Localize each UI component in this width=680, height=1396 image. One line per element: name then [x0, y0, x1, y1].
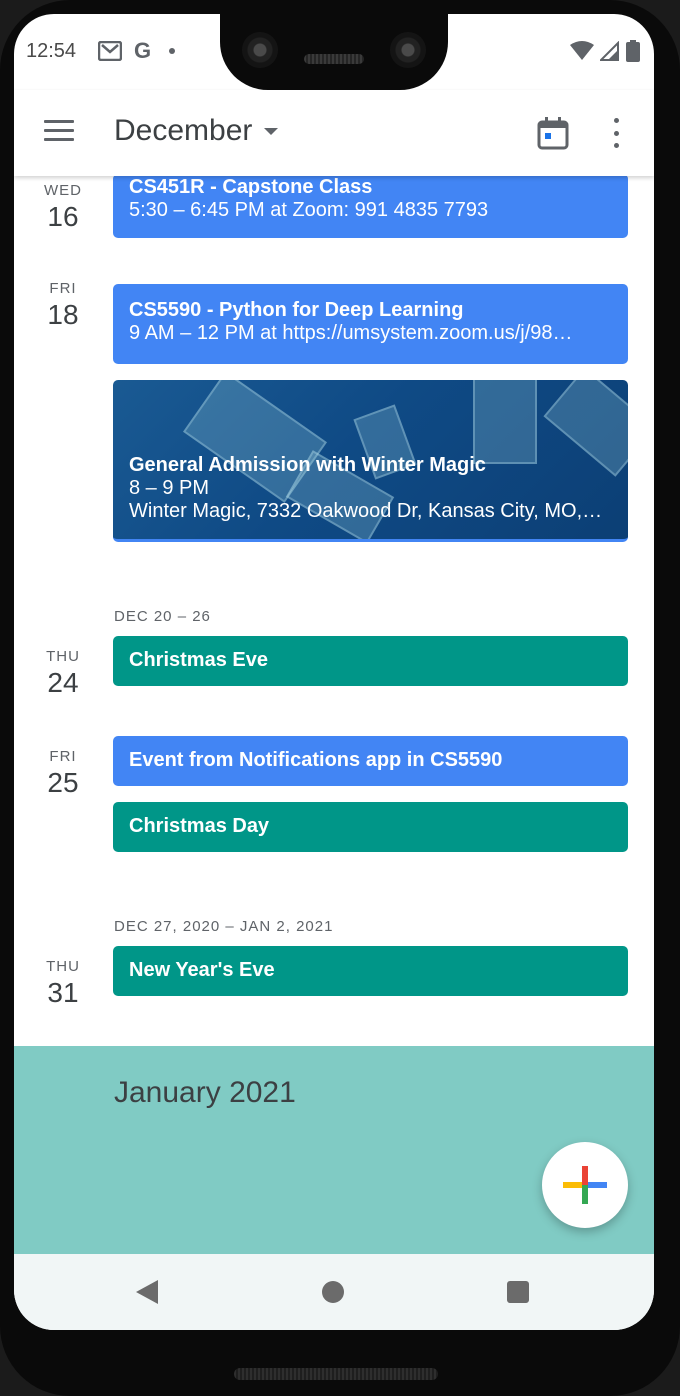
front-camera [242, 32, 278, 68]
cell-signal-icon [600, 41, 619, 61]
screen: 12:54 G December WED 16 CS451R - Capston… [14, 14, 654, 1330]
day-of-month: 24 [47, 667, 79, 698]
back-icon[interactable] [136, 1280, 158, 1304]
event-capstone-class[interactable]: CS451R - Capstone Class 5:30 – 6:45 PM a… [113, 176, 628, 238]
event-title: Event from Notifications app in CS5590 [129, 749, 503, 771]
home-icon[interactable] [322, 1281, 344, 1303]
day-of-week: THU [46, 648, 80, 665]
battery-icon [626, 40, 640, 62]
schedule-list: WED 16 CS451R - Capstone Class 5:30 – 6:… [14, 176, 654, 1046]
app-bar: December [14, 90, 654, 176]
event-time: 8 – 9 PM [129, 477, 210, 499]
front-camera [390, 32, 426, 68]
month-title: December [114, 114, 253, 147]
more-vert-icon[interactable] [610, 118, 622, 148]
camera-notch [220, 14, 448, 90]
day-label-24: THU 24 [14, 648, 112, 699]
day-label-16: WED 16 [14, 182, 112, 233]
day-of-month: 25 [47, 767, 79, 798]
day-of-week: FRI [49, 748, 77, 765]
event-title: Christmas Day [129, 815, 270, 837]
day-of-month: 31 [47, 977, 79, 1008]
day-of-week: WED [44, 182, 82, 199]
event-time-location: 9 AM – 12 PM at https://umsystem.zoom.us… [129, 322, 573, 344]
earpiece-speaker [304, 54, 364, 64]
event-title: CS5590 - Python for Deep Learning [129, 299, 464, 321]
day-of-month: 16 [47, 201, 79, 232]
navigation-bar [14, 1254, 654, 1330]
day-of-week: THU [46, 958, 80, 975]
day-of-month: 18 [47, 299, 79, 330]
create-event-button[interactable] [542, 1142, 628, 1228]
event-christmas-eve[interactable]: Christmas Eve [113, 636, 628, 686]
menu-icon[interactable] [44, 120, 74, 144]
ticket-decoration [473, 380, 537, 464]
bottom-speaker [234, 1368, 438, 1380]
event-notifications-app[interactable]: Event from Notifications app in CS5590 [113, 736, 628, 786]
system-icons [570, 40, 640, 62]
dropdown-caret-icon [264, 127, 279, 135]
event-christmas-day[interactable]: Christmas Day [113, 802, 628, 852]
day-label-25: FRI 25 [14, 748, 112, 799]
event-time-location: 5:30 – 6:45 PM at Zoom: 991 4835 7793 [129, 199, 489, 221]
event-title: CS451R - Capstone Class [129, 176, 373, 198]
status-time: 12:54 [26, 40, 77, 62]
event-location: Winter Magic, 7332 Oakwood Dr, Kansas Ci… [129, 500, 603, 522]
gmail-icon [98, 41, 122, 61]
event-python-deep-learning[interactable]: CS5590 - Python for Deep Learning 9 AM –… [113, 284, 628, 364]
dot-icon [169, 48, 176, 54]
event-new-years-eve[interactable]: New Year's Eve [113, 946, 628, 996]
wifi-icon [570, 41, 594, 60]
day-of-week: FRI [49, 280, 77, 297]
google-icon: G [134, 38, 152, 63]
day-label-31: THU 31 [14, 958, 112, 1009]
month-banner-title: January 2021 [114, 1076, 296, 1109]
event-title: General Admission with Winter Magic [129, 454, 486, 476]
day-label-18: FRI 18 [14, 280, 112, 331]
recents-icon[interactable] [507, 1281, 529, 1303]
event-winter-magic[interactable]: General Admission with Winter Magic 8 – … [113, 380, 628, 542]
week-label: DEC 27, 2020 – JAN 2, 2021 [114, 918, 334, 935]
notification-icons: G [98, 38, 176, 64]
today-calendar-icon[interactable] [536, 116, 570, 150]
event-title: New Year's Eve [129, 959, 275, 981]
add-plus-icon [563, 1166, 607, 1204]
month-selector[interactable]: December [114, 114, 279, 148]
week-label: DEC 20 – 26 [114, 608, 211, 625]
event-text: General Admission with Winter Magic 8 – … [129, 454, 612, 523]
event-title: Christmas Eve [129, 649, 268, 671]
